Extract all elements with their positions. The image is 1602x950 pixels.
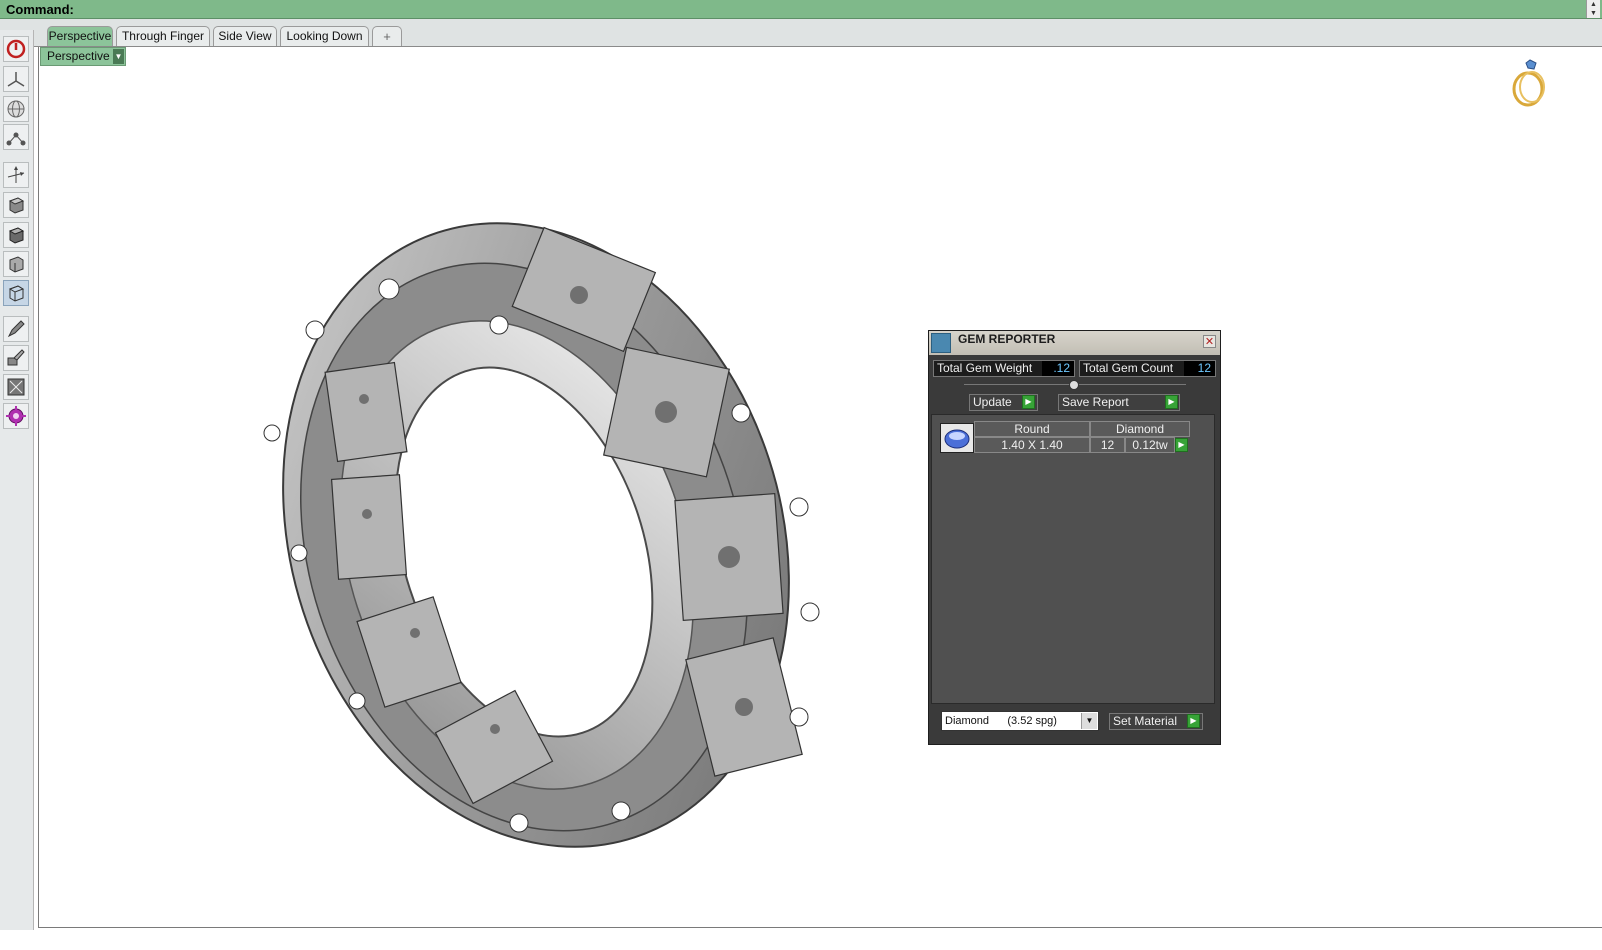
- gem-reporter-title: GEM REPORTER: [958, 332, 1056, 346]
- total-gem-weight-label: Total Gem Weight: [937, 361, 1033, 375]
- gumball-icon[interactable]: [3, 162, 29, 188]
- ring-logo-icon: [1512, 59, 1545, 107]
- viewport-tabs: Perspective Through Finger Side View Loo…: [0, 19, 1602, 47]
- command-label: Command:: [6, 2, 74, 17]
- close-icon[interactable]: ✕: [1203, 335, 1216, 348]
- command-bar[interactable]: Command: ▲ ▼: [0, 0, 1602, 19]
- viewport-name: Perspective: [47, 49, 110, 63]
- total-gem-weight-value: .12: [1042, 361, 1074, 376]
- gem-reporter-logo-icon: [931, 333, 951, 353]
- shaded-cube-icon[interactable]: [3, 192, 29, 218]
- tab-perspective[interactable]: Perspective: [47, 26, 113, 46]
- gem-weight-cell: 0.12tw: [1125, 437, 1175, 453]
- tab-side-view[interactable]: Side View: [213, 26, 277, 46]
- pen-icon[interactable]: [3, 316, 29, 342]
- gem-count-cell: 12: [1090, 437, 1125, 453]
- viewport-selector[interactable]: Perspective ▼: [40, 47, 126, 66]
- rendered-cube-icon[interactable]: [3, 222, 29, 248]
- frame-icon[interactable]: [3, 374, 29, 400]
- power-icon[interactable]: [3, 36, 29, 62]
- update-arrow-icon[interactable]: ▶: [1022, 395, 1035, 409]
- chevron-down-icon[interactable]: ▼: [113, 49, 124, 64]
- gem-reporter-titlebar[interactable]: GEM REPORTER ✕: [929, 331, 1220, 355]
- gem-reporter-panel: GEM REPORTER ✕ Total Gem Weight .12 Tota…: [928, 330, 1221, 745]
- total-gem-count-box: Total Gem Count 12: [1079, 360, 1216, 377]
- axes-icon[interactable]: [3, 66, 29, 92]
- brush-icon[interactable]: [3, 345, 29, 371]
- total-gem-weight-box: Total Gem Weight .12: [933, 360, 1075, 377]
- left-toolbar: [0, 30, 34, 930]
- gem-size-cell: 1.40 X 1.40: [974, 437, 1090, 453]
- 3d-viewport[interactable]: [38, 47, 1602, 928]
- set-material-label: Set Material: [1113, 714, 1178, 728]
- round-gem-icon[interactable]: [940, 423, 974, 453]
- chevron-down-icon[interactable]: ▼: [1081, 713, 1097, 729]
- gem-shape-cell: Round: [974, 421, 1090, 437]
- save-report-arrow-icon[interactable]: ▶: [1165, 395, 1178, 409]
- tab-looking-down[interactable]: Looking Down: [280, 26, 369, 46]
- ghost-cube-icon[interactable]: [3, 280, 29, 306]
- nodes-icon[interactable]: [3, 124, 29, 150]
- material-select[interactable]: Diamond (3.52 spg) ▼: [941, 711, 1099, 731]
- gear-icon[interactable]: [3, 403, 29, 429]
- add-tab-button[interactable]: +: [372, 26, 402, 46]
- total-gem-count-label: Total Gem Count: [1083, 361, 1174, 375]
- gem-list: Round Diamond 1.40 X 1.40 12 0.12tw ▶: [931, 414, 1215, 704]
- update-label: Update: [973, 395, 1012, 409]
- total-gem-count-value: 12: [1184, 361, 1215, 376]
- save-report-button[interactable]: Save Report: [1058, 394, 1180, 411]
- set-material-arrow-icon[interactable]: ▶: [1187, 714, 1200, 728]
- material-select-value: Diamond (3.52 spg): [945, 715, 1057, 727]
- globe-icon[interactable]: [3, 96, 29, 122]
- gem-row-arrow-icon[interactable]: ▶: [1175, 438, 1188, 452]
- splitter-handle-icon[interactable]: [1069, 380, 1079, 390]
- gem-material-cell: Diamond: [1090, 421, 1190, 437]
- ring-model[interactable]: [39, 47, 1599, 925]
- wire-cube-icon[interactable]: [3, 251, 29, 277]
- tab-through-finger[interactable]: Through Finger: [116, 26, 210, 46]
- save-report-label: Save Report: [1062, 395, 1129, 409]
- command-scroll-icon[interactable]: ▲ ▼: [1586, 0, 1600, 18]
